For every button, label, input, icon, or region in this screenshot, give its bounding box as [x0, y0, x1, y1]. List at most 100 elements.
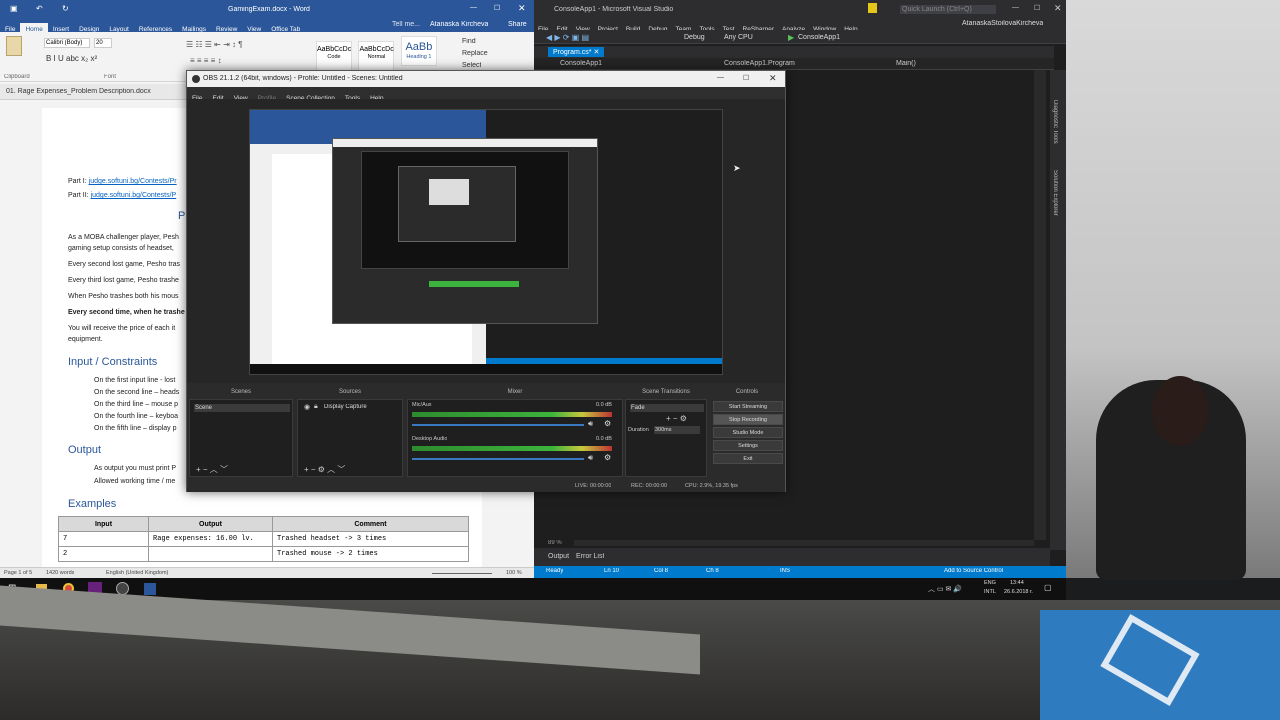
vertical-scrollbar[interactable] — [1034, 70, 1046, 540]
platform-select[interactable]: Any CPU — [724, 34, 753, 41]
vs-nav-buttons[interactable]: ◀ ▶ ⟳ ▣ ▤ — [546, 33, 589, 42]
mic-aux-volume-slider[interactable] — [412, 424, 584, 426]
minimize-icon[interactable]: — — [470, 4, 477, 11]
doc-line-5: When Pesho trashes both his mous — [68, 293, 179, 300]
share-button[interactable]: Share — [508, 21, 527, 28]
vs-statusbar: Ready Ln 10 Col 8 Ch 8 INS Add to Source… — [534, 566, 1066, 578]
font-name-select[interactable]: Calibri (Body) — [44, 38, 90, 48]
redo-icon[interactable]: ↻ — [62, 4, 69, 13]
horizontal-scrollbar[interactable] — [574, 540, 1034, 546]
obs-close-icon[interactable]: ✕ — [769, 73, 777, 84]
zoom-level[interactable]: 100 % — [506, 570, 522, 576]
source-lock-icon[interactable]: 🔒︎ — [314, 403, 318, 411]
desktop-audio-label: Desktop Audio — [412, 436, 448, 442]
vs-close-icon[interactable]: ✕ — [1054, 3, 1062, 14]
quick-launch-input[interactable]: Quick Launch (Ctrl+Q) — [900, 5, 996, 14]
style-heading1[interactable]: AaBb Heading 1 — [400, 36, 437, 66]
configuration-select[interactable]: Debug — [684, 34, 705, 41]
preview-display-capture[interactable] — [249, 109, 723, 375]
close-icon[interactable]: ✕ — [518, 3, 526, 14]
solution-explorer-tab[interactable]: Solution Explorer — [1052, 170, 1058, 216]
start-play-icon[interactable]: ▶ — [788, 33, 794, 42]
vs-file-tab[interactable]: Program.cs* ✕ — [548, 47, 605, 57]
scene-item[interactable]: Scene — [194, 404, 290, 412]
part2-link[interactable]: judge.softuni.bg/Contests/P — [91, 192, 177, 199]
output-tab[interactable]: Output — [548, 553, 569, 560]
transition-toolbar[interactable]: + − ⚙ — [666, 414, 687, 423]
vs-user-name[interactable]: AtanaskaStoilovaKircheva — [962, 20, 1043, 27]
clock-date[interactable]: 26.6.2018 г. — [1004, 589, 1033, 595]
select-button[interactable]: Select — [462, 62, 481, 69]
transition-select[interactable]: Fade — [630, 404, 704, 412]
clock-time[interactable]: 13:44 — [1010, 580, 1024, 586]
duration-input[interactable]: 300ms — [654, 426, 700, 434]
sources-toolbar[interactable]: + − ⚙ ︿ ﹀ — [304, 464, 345, 475]
part1-link[interactable]: judge.softuni.bg/Contests/Pr — [89, 178, 177, 185]
problem-heading-fragment: P — [178, 210, 186, 222]
start-streaming-button[interactable]: Start Streaming — [713, 401, 783, 412]
vs-file-tab-label: Program.cs* — [553, 49, 592, 56]
mouse-cursor-icon: ➤ — [733, 163, 741, 173]
align-buttons[interactable]: ≡ ≡ ≡ ≡ ↕ — [190, 56, 222, 65]
language-status[interactable]: English (United Kingdom) — [106, 570, 168, 576]
desktop-audio-volume-slider[interactable] — [412, 458, 584, 460]
vs-maximize-icon[interactable]: ☐ — [1034, 4, 1040, 12]
obs-maximize-icon[interactable]: ☐ — [743, 74, 749, 82]
maximize-icon[interactable]: ☐ — [494, 4, 500, 12]
replace-button[interactable]: Replace — [462, 50, 488, 57]
char-status: Ch 8 — [706, 568, 719, 574]
settings-button[interactable]: Settings — [713, 440, 783, 451]
project-dropdown[interactable]: ConsoleApp1 — [560, 60, 602, 67]
zoom-slider[interactable] — [432, 573, 492, 574]
member-dropdown[interactable]: Main() — [896, 60, 916, 67]
desktop-audio-settings-icon[interactable]: ⚙ — [604, 453, 611, 462]
table-row: 2 Trashed mouse -> 2 times — [58, 546, 469, 562]
diagnostic-tools-tab[interactable]: Diagnostic Tools — [1052, 100, 1058, 144]
mic-aux-mute-icon[interactable]: 🔊︎ — [588, 419, 593, 429]
word-icon[interactable] — [144, 583, 156, 595]
start-button[interactable]: ConsoleApp1 — [798, 34, 840, 41]
vs-menubar: FileEditViewProjectBuildDebugTeamToolsTe… — [534, 18, 1066, 33]
undo-icon[interactable]: ↶ — [36, 4, 43, 13]
paragraph-buttons[interactable]: ☰ ☷ ☰ ⇤ ⇥ ↕ ¶ — [186, 40, 243, 49]
source-item[interactable]: Display Capture — [324, 404, 367, 410]
add-to-source-control[interactable]: Add to Source Control — [944, 568, 1003, 574]
sources-dock-title: Sources — [338, 389, 361, 395]
studio-mode-button[interactable]: Studio Mode — [713, 427, 783, 438]
live-timer: LIVE: 00:00:00 — [575, 483, 612, 489]
doc-line-4: Every third lost game, Pesho trashe — [68, 277, 179, 284]
column-status: Col 8 — [654, 568, 669, 574]
tray-icons[interactable]: ︿ ▭ ✉ 🔊 — [928, 584, 962, 594]
notification-flag-icon[interactable] — [868, 3, 877, 13]
exit-button[interactable]: Exit — [713, 453, 783, 464]
keyboard-language[interactable]: ENG — [984, 580, 996, 586]
style-normal[interactable]: AaBbCcDc Normal — [358, 41, 395, 71]
format-buttons[interactable]: B I U abc x₂ x² — [46, 54, 97, 63]
find-button[interactable]: Find — [462, 38, 476, 45]
rec-timer: REC: 00:00:00 — [631, 483, 668, 489]
part1-line: Part I: judge.softuni.bg/Contests/Pr — [68, 178, 177, 185]
source-visibility-icon[interactable]: ◉ — [304, 403, 310, 411]
vs-minimize-icon[interactable]: — — [1012, 4, 1019, 11]
desktop-audio-mute-icon[interactable]: 🔊︎ — [588, 453, 593, 463]
mic-aux-settings-icon[interactable]: ⚙ — [604, 419, 611, 428]
error-list-tab[interactable]: Error List — [576, 553, 604, 560]
word-user-name[interactable]: Atanaska Kircheva — [430, 21, 488, 28]
scenes-toolbar[interactable]: + − ︿ ﹀ — [196, 464, 228, 475]
table-row: 7 Rage expenses: 16.00 lv. Trashed heads… — [58, 531, 469, 547]
class-dropdown[interactable]: ConsoleApp1.Program — [724, 60, 795, 67]
tell-me-input[interactable]: Tell me... — [392, 21, 420, 28]
editor-zoom[interactable]: 89 % — [548, 540, 562, 546]
notifications-icon[interactable]: ▢ — [1044, 583, 1052, 592]
font-group-label: Font — [104, 74, 117, 80]
stop-recording-button[interactable]: Stop Recording — [713, 414, 783, 425]
input-item-5: On the fifth line – display p — [94, 425, 177, 432]
style-code[interactable]: AaBbCcDc Code — [316, 41, 352, 71]
keyboard-layout[interactable]: INTL — [984, 589, 996, 595]
font-size-select[interactable]: 20 — [94, 38, 112, 48]
document-tab[interactable]: 01. Rage Expenses_Problem Description.do… — [6, 88, 151, 95]
save-icon[interactable]: ▣ — [10, 4, 18, 13]
controls-dock-title: Controls — [735, 389, 759, 395]
obs-minimize-icon[interactable]: — — [717, 74, 724, 81]
paste-icon[interactable] — [6, 36, 22, 56]
